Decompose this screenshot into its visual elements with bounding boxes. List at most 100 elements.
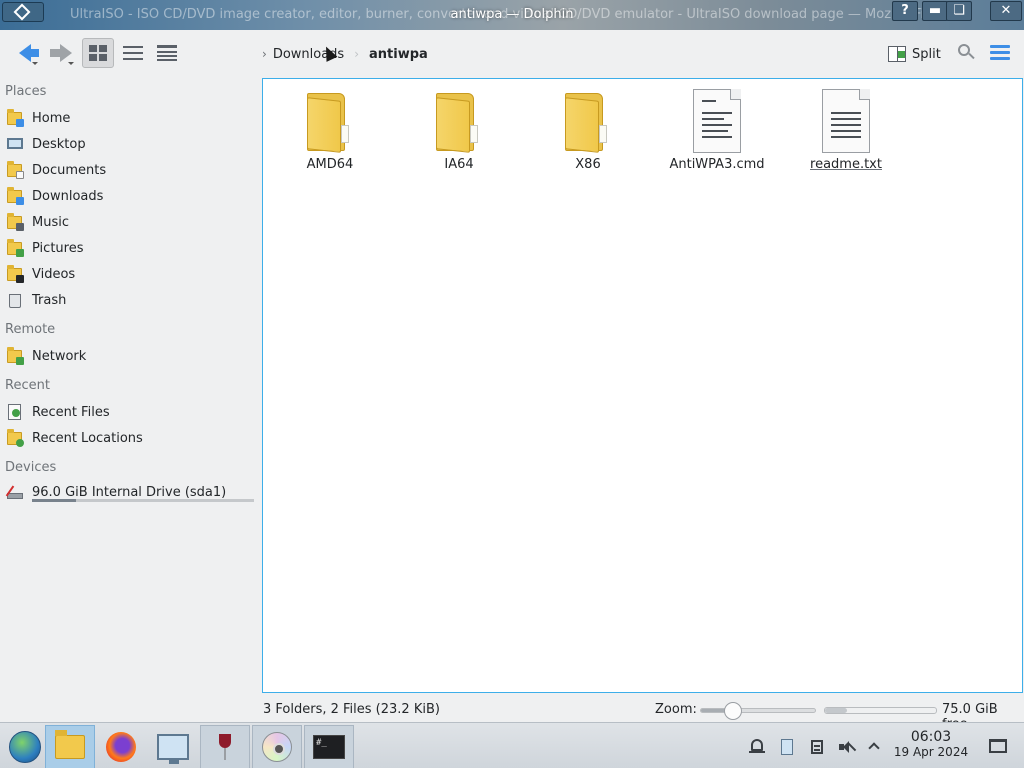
sidebar-item-label: Downloads [32,188,104,204]
start-menu-button[interactable] [0,725,50,768]
places-header: Places [5,84,47,99]
notifications-icon[interactable] [748,738,766,756]
battery-icon[interactable] [808,738,826,756]
tray-expand-icon[interactable] [866,738,884,756]
file-item-text[interactable]: readme.txt [791,89,901,172]
clock[interactable]: 06:03 19 Apr 2024 [890,730,972,760]
split-button[interactable]: Split [888,42,941,66]
sidebar-item-label: Desktop [32,136,86,152]
sidebar-item-label: Recent Locations [32,430,143,446]
start-orb-icon [9,731,41,763]
task-disc-burner[interactable] [252,725,302,768]
file-view[interactable]: AMD64 IA64 X86 AntiWPA3.cmd readme.txt [262,78,1023,693]
script-file-icon [693,89,741,153]
compact-view-button[interactable] [117,38,149,68]
close-button[interactable]: ✕ [990,1,1022,21]
folder-icon [432,89,486,153]
file-item-folder[interactable]: AMD64 [275,89,385,172]
split-label: Split [912,46,941,62]
file-name: X86 [575,157,601,172]
text-file-icon [822,89,870,153]
zoom-label: Zoom: [655,702,697,717]
clock-date: 19 Apr 2024 [893,745,969,759]
file-name: IA64 [444,157,474,172]
remote-header: Remote [5,322,56,337]
window-titlebar[interactable]: UltraISO - ISO CD/DVD image creator, edi… [0,0,1024,30]
places-panel: Places Home Desktop Documents Downloads … [0,78,262,698]
drive-usage-fill [32,499,77,502]
folder-icon [303,89,357,153]
task-terminal[interactable]: #_ [304,725,354,768]
terminal-icon: #_ [313,735,345,759]
file-item-folder[interactable]: X86 [533,89,643,172]
wine-icon [219,732,231,762]
sidebar-item-videos[interactable]: Videos [6,262,256,286]
details-view-button[interactable] [151,38,183,68]
forward-button[interactable] [44,38,78,68]
clock-time: 06:03 [910,729,952,745]
file-name: AMD64 [306,157,354,172]
file-item-folder[interactable]: IA64 [404,89,514,172]
videos-folder-icon [6,265,24,283]
hard-drive-icon [5,483,24,501]
sidebar-item-label: Home [32,110,71,126]
taskbar: #_ 06:03 19 Apr 2024 [0,722,1024,768]
minimize-button[interactable]: ▬ [922,1,948,21]
recent-header: Recent [5,378,50,393]
devices-header: Devices [5,460,57,475]
sidebar-item-documents[interactable]: Documents [6,158,256,182]
status-bar: 3 Folders, 2 Files (23.2 KiB) Zoom: 75.0… [0,698,1024,732]
task-wine[interactable] [200,725,250,768]
sidebar-item-home[interactable]: Home [6,106,256,130]
breadcrumb-root-chevron-icon[interactable]: › [262,47,267,61]
volume-muted-icon[interactable] [838,738,857,756]
compact-view-icon [123,44,143,62]
maximize-button[interactable]: ❏ [946,1,972,21]
zoom-slider[interactable] [700,702,816,720]
task-firefox[interactable] [96,725,146,768]
downloads-folder-icon [6,187,24,205]
sidebar-item-pictures[interactable]: Pictures [6,236,256,260]
maximize-icon: ❏ [953,3,965,18]
recent-locations-icon [6,429,24,447]
task-dolphin[interactable] [45,725,95,768]
sidebar-item-trash[interactable]: Trash [6,288,256,312]
sidebar-item-label: Recent Files [32,404,110,420]
search-icon[interactable] [958,44,976,62]
zoom-slider-handle[interactable] [723,702,742,720]
breadcrumb-item-current[interactable]: antiwpa [369,47,428,62]
free-space-fill [825,708,848,713]
sidebar-item-recent-files[interactable]: Recent Files [6,400,256,424]
firefox-icon [106,732,136,762]
forward-history-caret-icon [68,62,74,65]
go-forward-icon [50,44,72,62]
sidebar-item-downloads[interactable]: Downloads [6,184,256,208]
sidebar-item-label: Videos [32,266,76,282]
sidebar-item-label: 96.0 GiB Internal Drive (sda1) [32,484,227,500]
file-manager-icon [55,730,85,759]
sidebar-item-recent-locations[interactable]: Recent Locations [6,426,256,450]
sidebar-item-network[interactable]: Network [6,344,256,368]
help-button[interactable]: ? [892,1,918,21]
free-space-bar [824,707,937,714]
system-settings-icon [157,734,189,764]
sidebar-item-label: Pictures [32,240,84,256]
back-button[interactable] [8,38,42,68]
desktop-icon [6,135,24,153]
clipboard-icon[interactable] [778,738,796,756]
show-desktop-icon[interactable] [989,739,1007,753]
icons-view-button[interactable] [82,38,114,68]
task-system-settings[interactable] [148,725,198,768]
sidebar-item-desktop[interactable]: Desktop [6,132,256,156]
hamburger-menu-icon[interactable] [990,45,1010,61]
sidebar-item-label: Documents [32,162,107,178]
documents-folder-icon [6,161,24,179]
main-toolbar: › Downloads › antiwpa Split [0,30,1024,78]
file-item-script[interactable]: AntiWPA3.cmd [662,89,772,172]
disc-icon [262,732,292,762]
breadcrumb-separator-icon[interactable]: › [354,47,359,61]
details-view-icon [157,44,177,62]
drive-usage-bar [32,499,254,502]
sidebar-item-music[interactable]: Music [6,210,256,234]
sidebar-item-label: Trash [32,292,67,308]
